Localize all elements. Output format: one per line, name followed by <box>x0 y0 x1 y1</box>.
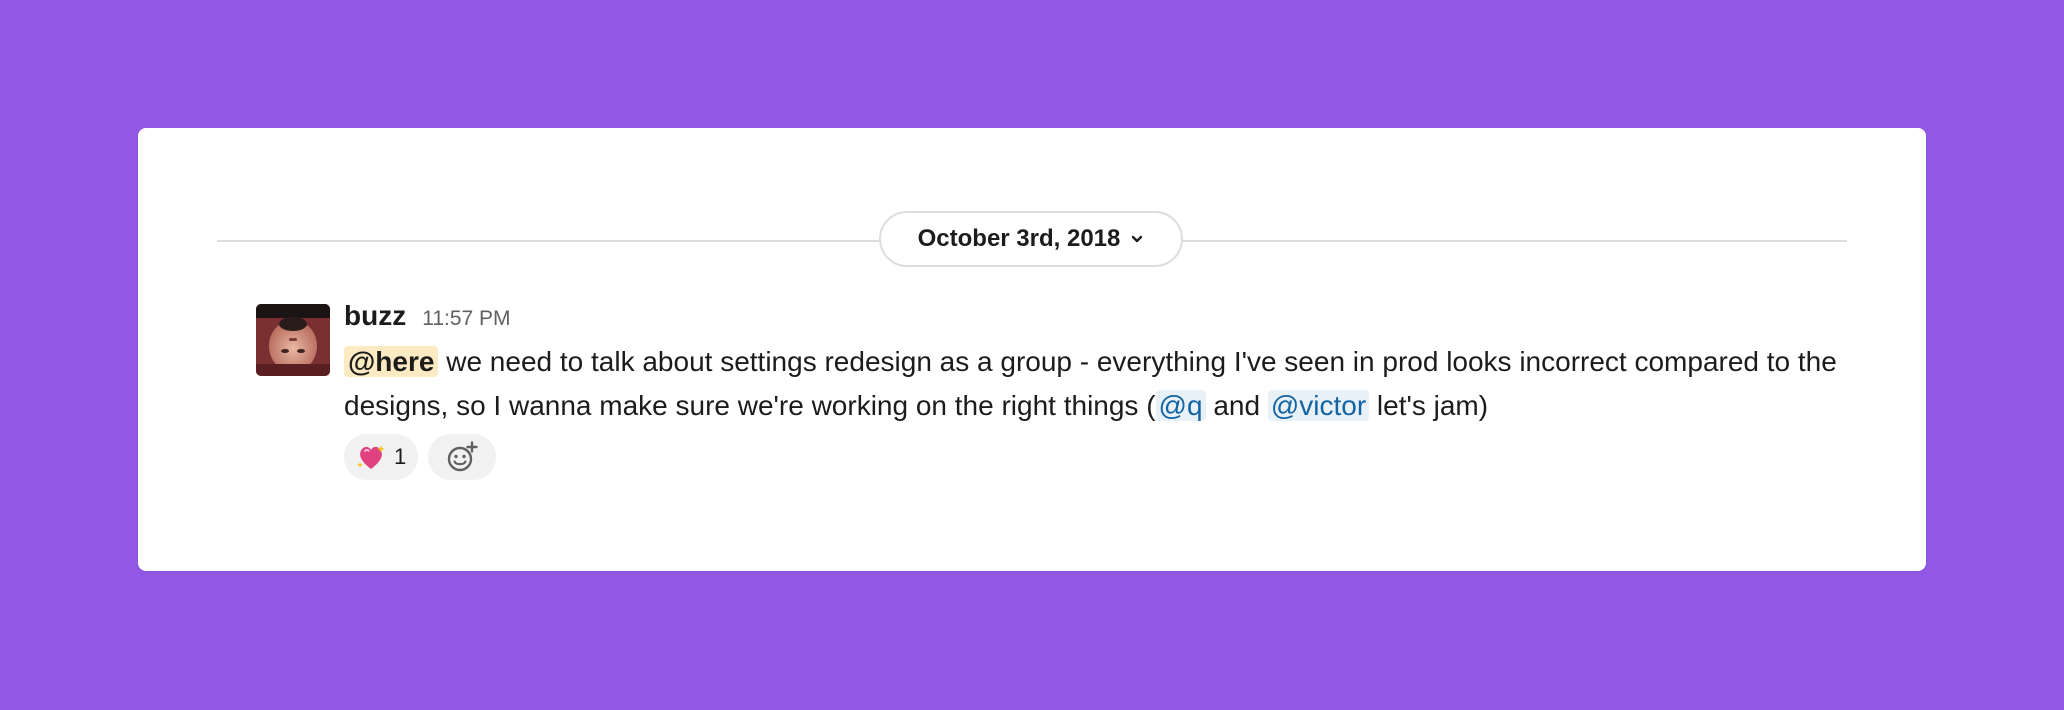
here-mention[interactable]: @here <box>344 346 439 377</box>
mention-victor[interactable]: @victor <box>1267 390 1370 421</box>
message-timestamp[interactable]: 11:57 PM <box>422 307 510 331</box>
message-text-part3: let's jam) <box>1369 390 1489 421</box>
reaction-count: 1 <box>394 444 407 469</box>
message: buzz 11:57 PM @here we need to talk abou… <box>344 300 1864 480</box>
reactions-bar: 1 <box>344 434 1864 480</box>
add-reaction-button[interactable] <box>428 434 497 480</box>
date-label: October 3rd, 2018 <box>917 225 1121 252</box>
message-card: October 3rd, 2018 buzz 11:57 PM @here we… <box>138 128 1926 571</box>
message-header: buzz 11:57 PM <box>344 300 1864 336</box>
message-body: @here we need to talk about settings red… <box>344 340 1864 428</box>
sparkling-heart-icon <box>357 445 385 469</box>
message-text-part2: and <box>1205 390 1268 421</box>
add-reaction-icon <box>448 441 478 472</box>
author-name[interactable]: buzz <box>344 300 406 332</box>
chevron-down-icon <box>1132 235 1143 243</box>
message-text-part1: we need to talk about settings redesign … <box>344 346 1837 421</box>
date-divider-button[interactable]: October 3rd, 2018 <box>879 211 1183 267</box>
mention-q[interactable]: @q <box>1155 390 1206 421</box>
user-avatar[interactable] <box>256 304 330 376</box>
reaction-sparkling-heart[interactable]: 1 <box>344 434 419 480</box>
